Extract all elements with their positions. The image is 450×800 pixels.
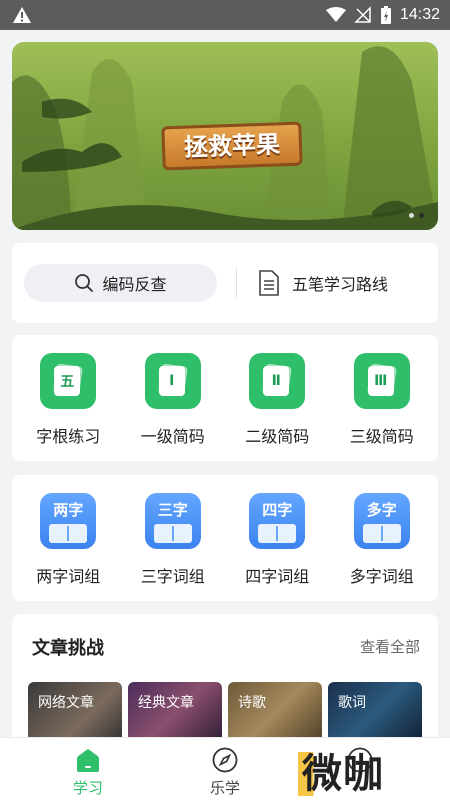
grid-item-label: 四字词组 bbox=[245, 567, 310, 586]
icon-text: 三字 bbox=[157, 501, 188, 519]
icon-text: Ⅰ bbox=[158, 366, 185, 396]
icon-text: 两字 bbox=[53, 501, 84, 519]
tab-label: 学习 bbox=[72, 779, 103, 797]
book-icon: 三字 bbox=[144, 493, 201, 549]
grid-item-three-char-phrases[interactable]: 三字 三字词组 bbox=[128, 475, 218, 587]
search-icon bbox=[75, 274, 94, 292]
grid-item-label: 一级简码 bbox=[140, 427, 205, 446]
grid-item-level2-code[interactable]: Ⅱ 二级简码 bbox=[232, 335, 322, 447]
section-title: 文章挑战 bbox=[32, 638, 104, 659]
grid-item-label: 多字词组 bbox=[349, 567, 414, 586]
level1-icon: Ⅰ bbox=[144, 353, 201, 409]
code-lookup-button[interactable]: 编码反查 bbox=[24, 264, 217, 302]
carousel-dot bbox=[409, 213, 414, 218]
banner-title: 拯救苹果 bbox=[161, 121, 303, 171]
grid-item-level1-code[interactable]: Ⅰ 一级简码 bbox=[128, 335, 218, 447]
wifi-icon bbox=[325, 7, 346, 22]
phrases-grid: 两字 两字词组 三字 三字词组 四字 四字词组 多字 多字词组 bbox=[12, 475, 438, 601]
category-label: 诗歌 bbox=[238, 695, 266, 711]
article-challenge-card: 文章挑战 查看全部 网络文章 经典文章 诗歌 歌词 bbox=[12, 614, 438, 754]
grid-item-label: 两字词组 bbox=[36, 567, 101, 586]
icon-text: 四字 bbox=[262, 501, 293, 519]
document-icon bbox=[259, 270, 279, 296]
home-icon bbox=[77, 749, 99, 772]
learning-route-label: 五笔学习路线 bbox=[292, 275, 389, 294]
grid-item-four-char-phrases[interactable]: 四字 四字词组 bbox=[232, 475, 322, 587]
icon-text: Ⅱ bbox=[263, 366, 290, 396]
level2-icon: Ⅱ bbox=[249, 353, 306, 409]
category-label: 经典文章 bbox=[138, 695, 194, 711]
quick-actions-card: 编码反查 五笔学习路线 bbox=[12, 243, 438, 323]
level3-icon: Ⅲ bbox=[353, 353, 410, 409]
status-bar: 14:32 bbox=[0, 0, 450, 30]
book-icon: 多字 bbox=[353, 493, 410, 549]
watermark-logo: 微咖 bbox=[298, 752, 384, 796]
book-icon: 四字 bbox=[249, 493, 306, 549]
grid-item-radical-practice[interactable]: 五 字根练习 bbox=[23, 335, 113, 447]
book-icon: 两字 bbox=[40, 493, 97, 549]
clock: 14:32 bbox=[399, 6, 440, 23]
divider bbox=[236, 267, 237, 299]
carousel-indicator bbox=[409, 213, 424, 218]
grid-item-multi-char-phrases[interactable]: 多字 多字词组 bbox=[337, 475, 427, 587]
tab-label: 乐学 bbox=[209, 779, 240, 797]
category-label: 歌词 bbox=[338, 695, 366, 711]
view-all-link[interactable]: 查看全部 bbox=[360, 636, 420, 657]
grid-item-label: 三字词组 bbox=[140, 567, 205, 586]
tab-fun-learning[interactable]: 乐学 bbox=[175, 738, 275, 800]
carousel-dot-active bbox=[419, 213, 424, 218]
tab-study[interactable]: 学习 bbox=[38, 738, 138, 800]
grid-item-label: 字根练习 bbox=[36, 427, 101, 446]
learning-route-button[interactable]: 五笔学习路线 bbox=[258, 264, 388, 302]
compass-icon bbox=[212, 747, 238, 773]
warning-icon bbox=[13, 7, 31, 23]
radical-icon: 五 bbox=[40, 353, 97, 409]
promo-banner[interactable]: 拯救苹果 bbox=[12, 42, 438, 230]
grid-item-two-char-phrases[interactable]: 两字 两字词组 bbox=[23, 475, 113, 587]
code-lookup-label: 编码反查 bbox=[102, 275, 167, 294]
grid-item-label: 二级简码 bbox=[245, 427, 310, 446]
icon-text: 五 bbox=[54, 366, 81, 396]
battery-charging-icon bbox=[380, 6, 391, 24]
category-label: 网络文章 bbox=[38, 695, 94, 711]
no-signal-icon bbox=[354, 6, 371, 23]
basics-grid: 五 字根练习 Ⅰ 一级简码 Ⅱ 二级简码 Ⅲ 三级简码 bbox=[12, 335, 438, 461]
icon-text: Ⅲ bbox=[367, 366, 394, 396]
grid-item-label: 三级简码 bbox=[349, 427, 414, 446]
grid-item-level3-code[interactable]: Ⅲ 三级简码 bbox=[337, 335, 427, 447]
icon-text: 多字 bbox=[366, 501, 397, 519]
